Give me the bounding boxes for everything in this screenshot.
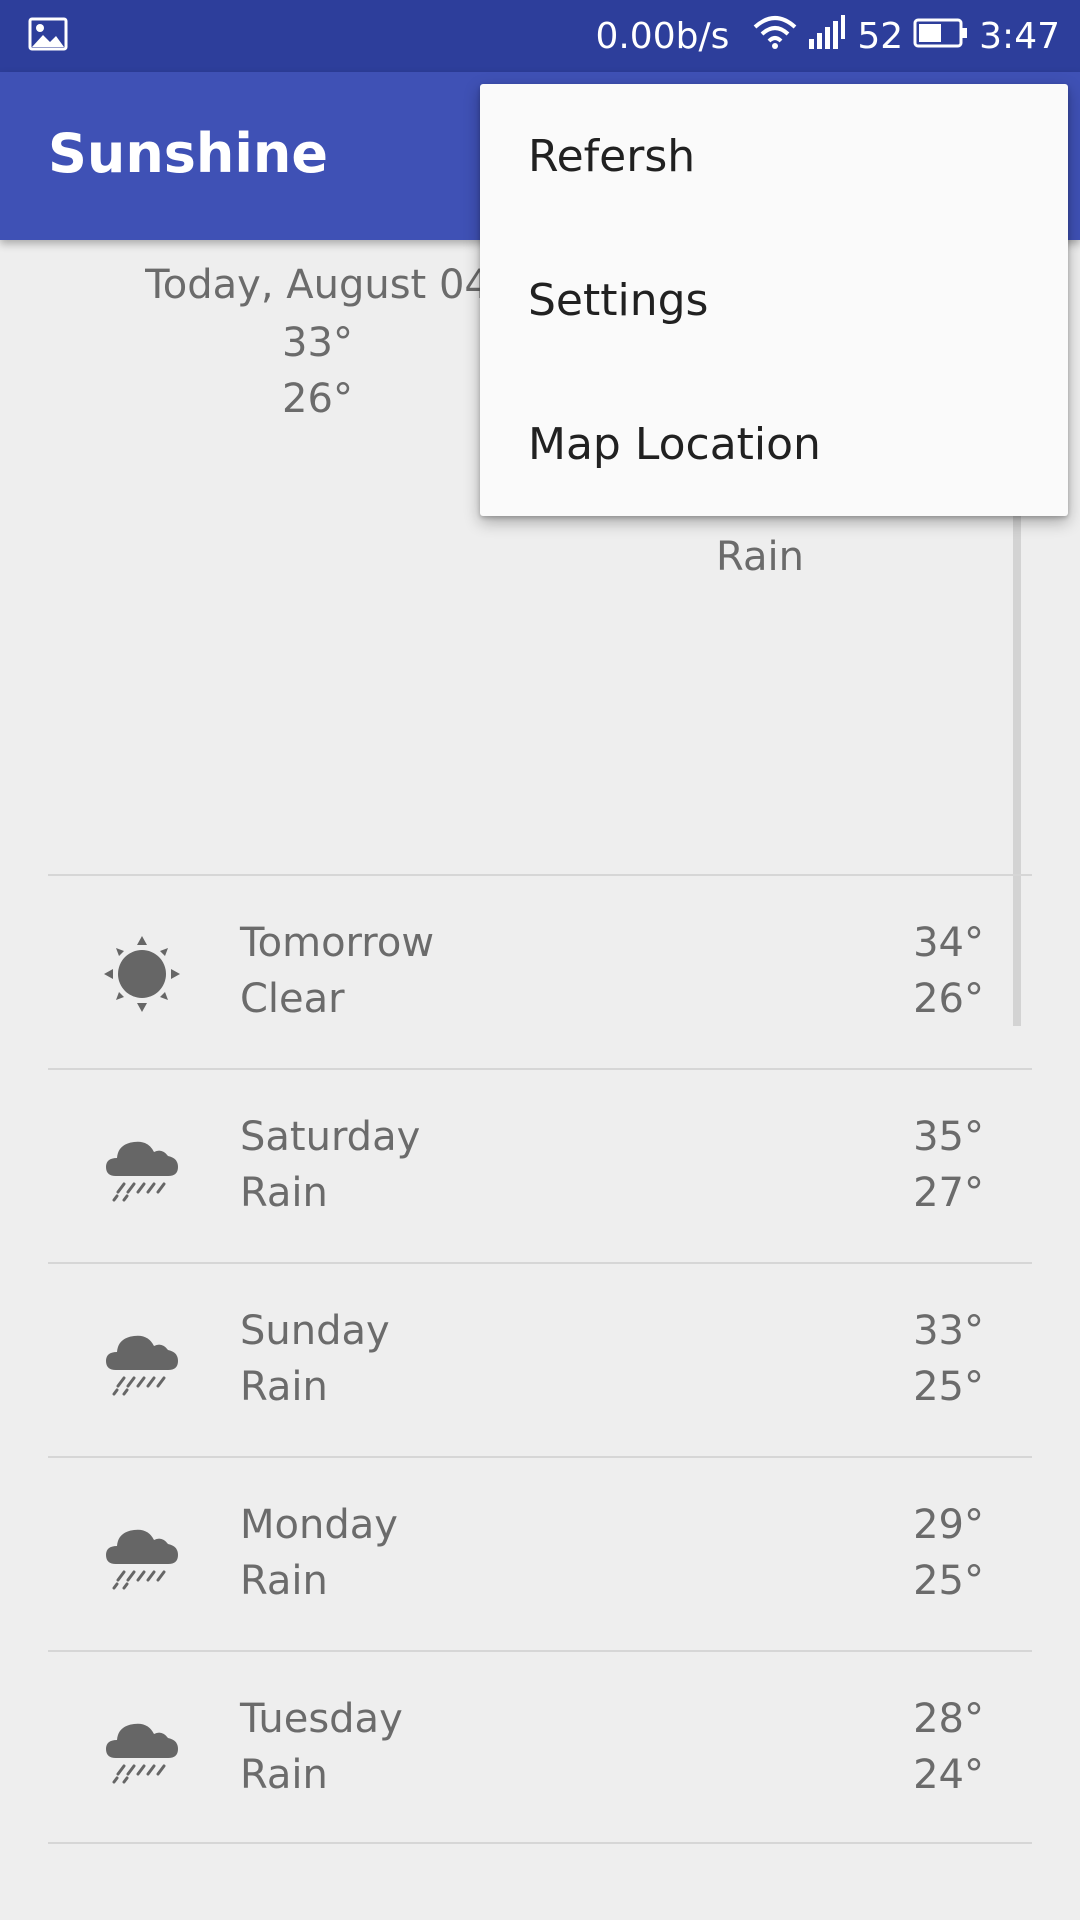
forecast-high-temp: 35° bbox=[913, 1114, 984, 1160]
network-speed: 0.00b/s bbox=[595, 15, 730, 57]
forecast-low-temp: 25° bbox=[913, 1558, 984, 1604]
forecast-condition: Rain bbox=[240, 1364, 328, 1410]
forecast-high-temp: 33° bbox=[913, 1308, 984, 1354]
forecast-high-temp: 28° bbox=[913, 1696, 984, 1742]
forecast-list: Tomorrow Clear 34° 26° Saturday Rain 35°… bbox=[48, 874, 1032, 1844]
today-low-temp: 26° bbox=[282, 376, 353, 422]
forecast-high-temp: 34° bbox=[913, 920, 984, 966]
rain-cloud-icon bbox=[104, 1130, 180, 1206]
forecast-day: Tuesday bbox=[240, 1696, 403, 1742]
menu-item-settings[interactable]: Settings bbox=[480, 228, 1068, 372]
battery-icon bbox=[913, 16, 969, 57]
signal-icon bbox=[807, 14, 847, 58]
wifi-icon bbox=[753, 15, 797, 58]
forecast-condition: Rain bbox=[240, 1558, 328, 1604]
list-item[interactable]: Monday Rain 29° 25° bbox=[48, 1456, 1032, 1650]
forecast-low-temp: 25° bbox=[913, 1364, 984, 1410]
clock: 3:47 bbox=[979, 15, 1060, 57]
today-high-temp: 33° bbox=[282, 320, 353, 366]
forecast-day: Tomorrow bbox=[240, 920, 435, 966]
list-item[interactable]: Tomorrow Clear 34° 26° bbox=[48, 874, 1032, 1068]
gallery-notification-icon bbox=[28, 17, 68, 55]
overflow-menu: Refersh Settings Map Location bbox=[480, 84, 1068, 516]
menu-item-refresh[interactable]: Refersh bbox=[480, 84, 1068, 228]
status-bar: 0.00b/s 52 3:47 bbox=[0, 0, 1080, 72]
forecast-condition: Clear bbox=[240, 976, 345, 1022]
forecast-low-temp: 24° bbox=[913, 1752, 984, 1798]
sun-icon bbox=[104, 936, 180, 1012]
forecast-day: Monday bbox=[240, 1502, 398, 1548]
forecast-day: Sunday bbox=[240, 1308, 390, 1354]
rain-cloud-icon bbox=[104, 1712, 180, 1788]
battery-level: 52 bbox=[857, 15, 904, 57]
forecast-condition: Rain bbox=[240, 1170, 328, 1216]
today-condition: Rain bbox=[716, 534, 804, 580]
list-item[interactable]: Sunday Rain 33° 25° bbox=[48, 1262, 1032, 1456]
rain-cloud-icon bbox=[104, 1324, 180, 1400]
forecast-high-temp: 29° bbox=[913, 1502, 984, 1548]
forecast-low-temp: 27° bbox=[913, 1170, 984, 1216]
forecast-low-temp: 26° bbox=[913, 976, 984, 1022]
list-item[interactable]: Saturday Rain 35° 27° bbox=[48, 1068, 1032, 1262]
menu-item-map-location[interactable]: Map Location bbox=[480, 372, 1068, 516]
forecast-condition: Rain bbox=[240, 1752, 328, 1798]
rain-cloud-icon bbox=[104, 1518, 180, 1594]
forecast-day: Saturday bbox=[240, 1114, 421, 1160]
app-title: Sunshine bbox=[48, 122, 328, 185]
list-item[interactable]: Tuesday Rain 28° 24° bbox=[48, 1650, 1032, 1844]
today-date: Today, August 04 bbox=[145, 262, 490, 308]
